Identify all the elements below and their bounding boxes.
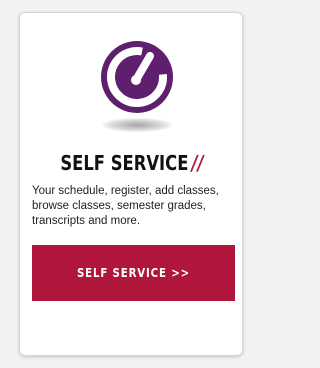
self-service-card: SELF SERVICE// Your schedule, register, … bbox=[19, 12, 243, 356]
self-service-button[interactable]: SELF SERVICE >> bbox=[32, 245, 235, 301]
power-gauge-icon bbox=[101, 41, 173, 113]
card-title: SELF SERVICE// bbox=[40, 151, 224, 175]
title-accent-slashes: // bbox=[191, 151, 204, 175]
self-service-button-label: SELF SERVICE >> bbox=[76, 266, 191, 280]
card-title-text: SELF SERVICE bbox=[60, 151, 189, 175]
self-service-logo bbox=[92, 38, 182, 138]
logo-shadow bbox=[102, 118, 172, 132]
card-description: Your schedule, register, add classes, br… bbox=[32, 185, 219, 227]
